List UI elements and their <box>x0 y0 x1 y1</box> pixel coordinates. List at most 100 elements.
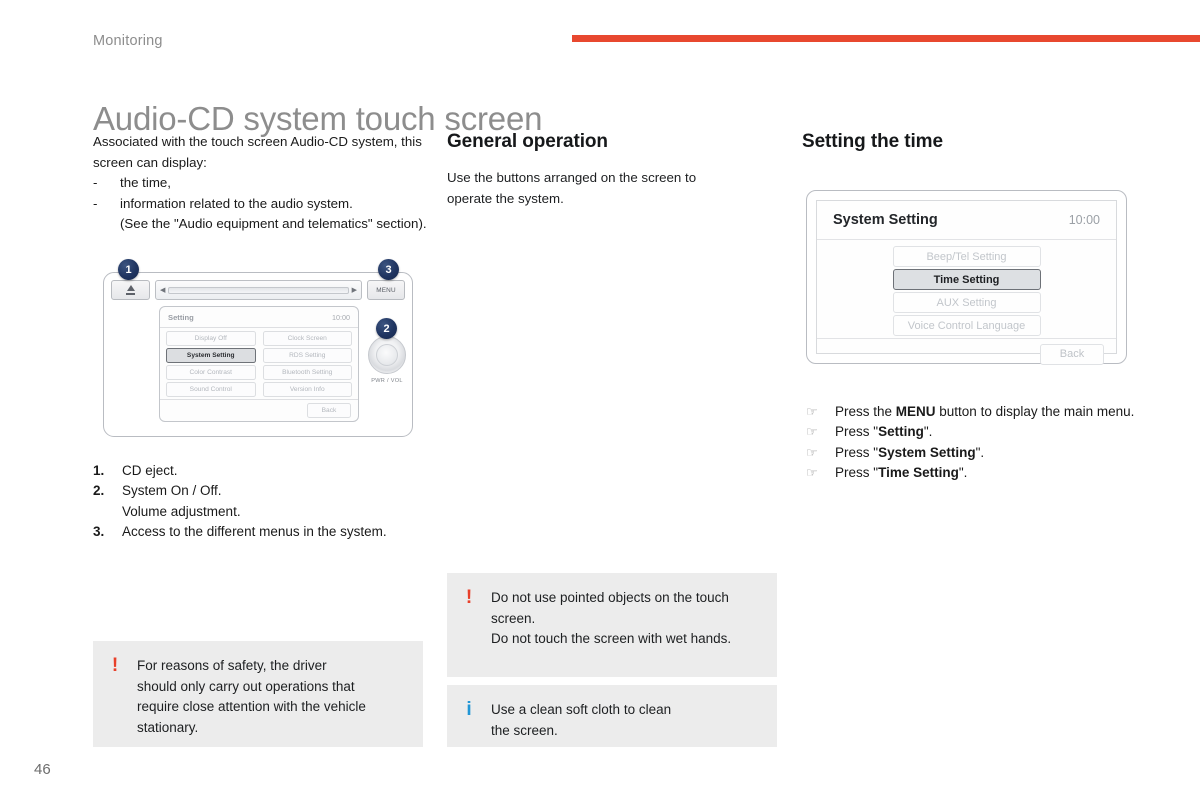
legend-label: Access to the different menus in the sys… <box>122 523 387 539</box>
warning-notice-text: Do not use pointed objects on the touch … <box>491 573 777 677</box>
cd-slot: ◀ ▶ <box>155 280 362 300</box>
setting-the-time-heading: Setting the time <box>802 131 943 152</box>
screen-button[interactable]: Sound Control <box>166 382 256 397</box>
system-screen-button-list: Beep/Tel Setting Time Setting AUX Settin… <box>817 240 1116 338</box>
legend-label: CD eject. <box>122 463 178 478</box>
step-text: Press "Time Setting". <box>835 463 1142 483</box>
legend-item: Volume adjustment. <box>93 502 433 522</box>
head-unit-touch-screen[interactable]: Setting 10:00 Display Off Clock Screen S… <box>159 306 359 422</box>
warning-notice-touchscreen: ! Do not use pointed objects on the touc… <box>447 573 777 677</box>
pointing-hand-icon: ☞ <box>806 404 818 419</box>
callout-1: 1 <box>118 259 139 280</box>
eject-icon[interactable] <box>111 280 150 300</box>
header-rule <box>572 35 1200 42</box>
legend-item: 2. System On / Off. <box>93 481 433 501</box>
menu-button[interactable]: MENU <box>367 280 405 300</box>
info-notice-text: Use a clean soft cloth to clean the scre… <box>491 685 777 747</box>
screen-button[interactable]: Clock Screen <box>262 331 352 346</box>
screen-button[interactable]: Version Info <box>262 382 352 397</box>
intro-line-2: screen can display: <box>93 154 207 170</box>
step-bold: Time Setting <box>878 464 959 480</box>
bullet-text: information related to the audio system. <box>120 195 353 211</box>
intro-line-1: Associated with the touch screen Audio-C… <box>93 134 422 149</box>
system-screen-button[interactable]: Beep/Tel Setting <box>892 246 1041 267</box>
system-setting-screen[interactable]: System Setting 10:00 Beep/Tel Setting Ti… <box>816 200 1117 365</box>
warning-exclamation-icon: ! <box>111 655 119 676</box>
notice-line: screen. <box>491 610 536 626</box>
step-pre: Press " <box>835 444 879 460</box>
head-unit-illustration: ◀ ▶ MENU Setting 10:00 Display Off Clock… <box>103 272 413 437</box>
system-screen-header: System Setting 10:00 <box>817 201 1116 240</box>
legend-label: Volume adjustment. <box>122 503 241 519</box>
running-head: Monitoring <box>93 33 163 49</box>
step-item: ☞ Press the MENU button to display the m… <box>802 402 1142 422</box>
step-bold: MENU <box>895 404 936 419</box>
notice-line: For reasons of safety, the driver <box>137 658 327 673</box>
step-item: ☞ Press "System Setting". <box>802 443 1142 463</box>
screen-button[interactable]: RDS Setting <box>262 348 352 363</box>
step-post: ". <box>958 464 968 480</box>
legend-number: 1. <box>93 463 105 478</box>
safety-notice-text: For reasons of safety, the driver should… <box>137 641 423 747</box>
screen-button[interactable]: Bluetooth Setting <box>262 365 352 380</box>
step-text: Press "Setting". <box>835 422 1142 442</box>
system-screen-button[interactable]: Voice Control Language <box>892 315 1041 336</box>
screen-footer: Back <box>160 399 358 421</box>
general-operation-line-1: Use the buttons arranged on the screen t… <box>447 170 697 185</box>
slot-arrow-right-icon: ▶ <box>351 286 357 294</box>
pointing-hand-icon: ☞ <box>806 464 818 480</box>
legend-item: 3. Access to the different menus in the … <box>93 522 433 542</box>
notice-line: Do not use pointed objects on the touch <box>491 590 729 605</box>
screen-button-selected[interactable]: System Setting <box>166 348 256 363</box>
screen-button[interactable]: Color Contrast <box>166 365 256 380</box>
pointing-hand-icon: ☞ <box>806 424 818 440</box>
legend-number: 2. <box>93 483 105 499</box>
step-text: Press "System Setting". <box>835 443 1142 463</box>
notice-line: require close attention with the vehicle <box>137 699 366 714</box>
slot-arrow-left-icon: ◀ <box>160 286 166 294</box>
system-screen-button[interactable]: AUX Setting <box>892 292 1041 313</box>
general-operation-line-2: operate the system. <box>447 190 564 206</box>
screen-clock: 10:00 <box>332 312 350 322</box>
warning-notice-safety: ! For reasons of safety, the driver shou… <box>93 641 423 747</box>
step-post: button to display the main menu. <box>935 404 1135 419</box>
system-setting-illustration: System Setting 10:00 Beep/Tel Setting Ti… <box>806 190 1127 365</box>
bullet-dash: - <box>93 195 98 211</box>
intro-bullet: - information related to the audio syste… <box>93 194 428 215</box>
notice-line: stationary. <box>137 719 199 735</box>
intro-bullet: - the time, <box>93 173 428 194</box>
power-volume-knob[interactable] <box>368 336 406 374</box>
system-screen-title: System Setting <box>833 212 938 228</box>
step-pre: Press the <box>835 404 896 419</box>
system-screen-button-selected[interactable]: Time Setting <box>892 269 1041 290</box>
callout-legend: 1. CD eject. 2. System On / Off. Volume … <box>93 461 433 542</box>
screen-button[interactable]: Display Off <box>166 331 256 346</box>
legend-label: System On / Off. <box>122 483 222 499</box>
legend-item: 1. CD eject. <box>93 461 433 481</box>
screen-title: Setting <box>168 312 194 322</box>
bullet-dash: - <box>93 175 98 190</box>
step-pre: Press " <box>835 424 879 440</box>
screen-back-button[interactable]: Back <box>307 403 351 418</box>
head-unit-top-bar: ◀ ▶ MENU <box>111 280 405 300</box>
system-screen-back-button[interactable]: Back <box>1040 343 1104 365</box>
system-screen-clock: 10:00 <box>1068 213 1100 227</box>
step-pre: Press " <box>835 464 879 480</box>
knob-inner <box>376 344 398 366</box>
pointing-hand-icon: ☞ <box>806 444 818 460</box>
step-item: ☞ Press "Setting". <box>802 422 1142 442</box>
step-post: ". <box>975 444 985 460</box>
general-operation-heading: General operation <box>447 131 608 152</box>
legend-number <box>93 502 122 522</box>
step-bold: System Setting <box>878 444 976 460</box>
info-notice-cleaning: i Use a clean soft cloth to clean the sc… <box>447 685 777 747</box>
page-number: 46 <box>34 761 51 778</box>
callout-3: 3 <box>378 259 399 280</box>
screen-button-grid: Display Off Clock Screen System Setting … <box>160 328 358 397</box>
time-setting-steps: ☞ Press the MENU button to display the m… <box>802 402 1142 483</box>
knob-label: PWR / VOL <box>371 378 403 384</box>
notice-line: the screen. <box>491 722 558 738</box>
step-post: ". <box>923 424 933 440</box>
step-item: ☞ Press "Time Setting". <box>802 463 1142 483</box>
notice-line: should only carry out operations that <box>137 678 355 694</box>
